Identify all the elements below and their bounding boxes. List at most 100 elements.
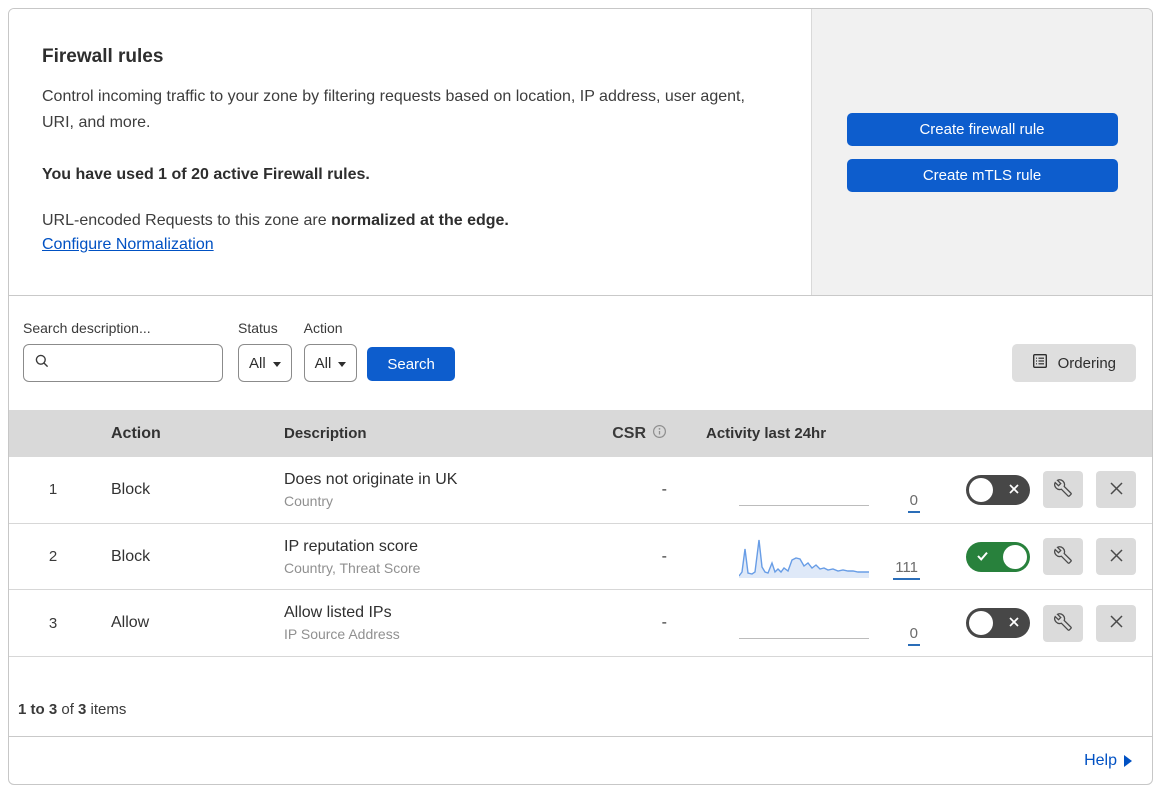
check-icon [975, 549, 990, 568]
rule-title: Allow listed IPs [284, 604, 392, 622]
status-select[interactable]: All [238, 344, 292, 382]
activity-sparkline-empty [739, 469, 869, 511]
edit-rule-button[interactable] [1043, 604, 1083, 642]
rule-action: Block [111, 480, 151, 498]
toggle-knob [1003, 544, 1027, 569]
rule-enabled-toggle[interactable] [966, 474, 1030, 505]
help-bar: Help [9, 736, 1152, 784]
create-firewall-rule-button[interactable]: Create firewall rule [846, 112, 1118, 146]
activity-count-link[interactable]: 0 [907, 492, 920, 513]
rule-priority: 1 [48, 481, 58, 499]
arrow-right-icon [1124, 755, 1132, 768]
ordering-button[interactable]: Ordering [1011, 344, 1136, 382]
column-activity: Activity last 24hr [706, 425, 827, 442]
rule-csr-value: - [661, 547, 667, 565]
header-section: Firewall rules Control incoming traffic … [9, 9, 1152, 296]
column-description: Description [284, 425, 367, 442]
delete-rule-button[interactable] [1096, 604, 1136, 642]
rule-fields: Country [284, 492, 334, 509]
delete-rule-button[interactable] [1096, 538, 1136, 575]
search-button[interactable]: Search [367, 347, 455, 381]
close-icon [1108, 547, 1125, 567]
activity-sparkline [739, 536, 869, 578]
normalization-bold: normalized at the edge. [331, 212, 509, 229]
rule-description-cell: Does not originate in UK Country [265, 471, 585, 509]
help-link-label: Help [1084, 751, 1117, 769]
action-select-value: All [314, 354, 332, 372]
search-group: Search description... [23, 320, 238, 382]
close-icon [1108, 480, 1125, 500]
normalization-text: URL-encoded Requests to this zone are [42, 212, 332, 229]
create-mtls-rule-button[interactable]: Create mTLS rule [846, 158, 1118, 192]
activity-count-link[interactable]: 0 [907, 625, 920, 647]
rule-csr-value: - [661, 480, 667, 498]
search-input[interactable] [58, 355, 222, 371]
rule-description-cell: IP reputation score Country, Threat Scor… [265, 538, 585, 576]
summary-range: 1 to 3 [18, 701, 58, 719]
action-label: Action [303, 320, 343, 336]
rule-fields: IP Source Address [284, 626, 400, 643]
toggle-knob [969, 477, 993, 502]
rule-csr-value: - [661, 614, 667, 632]
activity-sparkline-empty [739, 602, 869, 644]
chevron-down-icon [272, 361, 281, 367]
rule-description-cell: Allow listed IPs IP Source Address [265, 604, 585, 642]
toggle-knob [969, 611, 993, 636]
rule-action: Allow [111, 614, 150, 632]
rule-enabled-toggle[interactable] [966, 608, 1030, 639]
wrench-icon [1054, 612, 1072, 634]
rule-controls [920, 538, 1152, 575]
table-header-row: Action Description CSR Activity last 24h… [9, 410, 1152, 457]
column-csr: CSR [585, 424, 675, 444]
rule-enabled-toggle[interactable] [966, 541, 1030, 572]
status-select-value: All [249, 354, 266, 372]
edit-rule-button[interactable] [1043, 471, 1083, 509]
info-icon[interactable] [652, 424, 667, 444]
rule-priority: 3 [48, 614, 58, 632]
activity-count-link[interactable]: 111 [893, 559, 920, 580]
wrench-icon [1054, 479, 1072, 500]
action-select[interactable]: All [303, 344, 358, 382]
rule-controls [920, 604, 1152, 642]
configure-normalization-link[interactable]: Configure Normalization [42, 236, 214, 254]
edit-rule-button[interactable] [1043, 538, 1083, 575]
chevron-down-icon [338, 361, 347, 367]
ordering-button-label: Ordering [1057, 354, 1116, 372]
rule-title: IP reputation score [284, 537, 419, 555]
search-icon [34, 353, 50, 374]
normalization-line: URL-encoded Requests to this zone are no… [42, 212, 771, 230]
table-row: 2 Block IP reputation score Country, Thr… [9, 524, 1152, 591]
rule-activity-cell: 0 [675, 602, 920, 647]
x-icon [1007, 615, 1021, 634]
page-title: Firewall rules [42, 46, 164, 67]
x-icon [1007, 482, 1021, 501]
rule-activity-cell: 0 [675, 469, 920, 513]
ordering-list-icon [1032, 353, 1048, 373]
rule-action: Block [111, 547, 151, 565]
rule-title: Does not originate in UK [284, 470, 458, 488]
actions-panel: Create firewall rule Create mTLS rule [811, 9, 1152, 295]
table-row: 3 Allow Allow listed IPs IP Source Addre… [9, 590, 1152, 658]
table-row: 1 Block Does not originate in UK Country… [9, 457, 1152, 524]
search-input-wrapper [23, 344, 223, 382]
usage-note: You have used 1 of 20 active Firewall ru… [42, 166, 370, 183]
delete-rule-button[interactable] [1096, 471, 1136, 509]
csr-header-label: CSR [612, 424, 646, 442]
help-link[interactable]: Help [1084, 752, 1132, 770]
summary-of: of [57, 701, 79, 719]
rule-fields: Country, Threat Score [284, 559, 421, 576]
pagination-summary: 1 to 3 of 3 items [9, 657, 1152, 736]
rule-priority: 2 [48, 548, 58, 565]
search-label: Search description... [23, 320, 151, 336]
close-icon [1108, 613, 1125, 633]
page-description: Control incoming traffic to your zone by… [42, 88, 745, 131]
summary-items: items [86, 701, 127, 719]
status-filter-group: Status All [238, 320, 292, 382]
status-label: Status [238, 320, 278, 336]
rule-controls [920, 471, 1152, 509]
wrench-icon [1054, 546, 1072, 567]
action-filter-group: Action All [303, 320, 358, 382]
column-action: Action [111, 424, 161, 442]
filter-bar: Search description... Status All Action … [9, 296, 1152, 410]
firewall-rules-card: Firewall rules Control incoming traffic … [8, 8, 1153, 785]
